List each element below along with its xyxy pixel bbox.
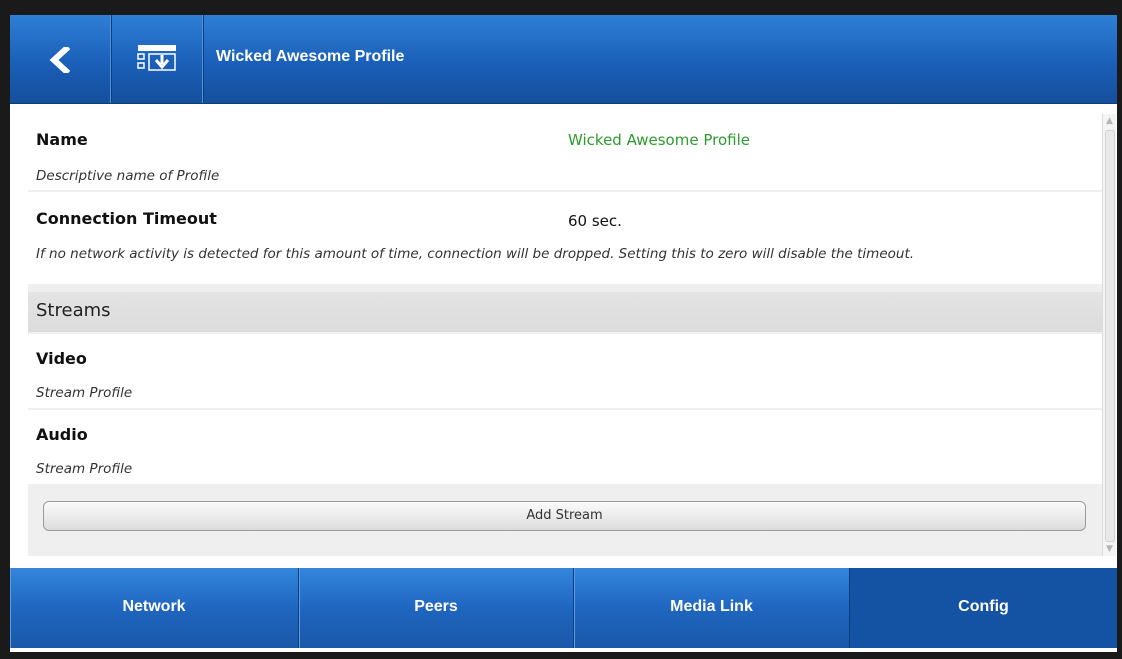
stream-row-video[interactable]: Video Stream Profile <box>28 334 1102 408</box>
tab-peers[interactable]: Peers <box>299 568 574 648</box>
back-button[interactable] <box>10 15 112 103</box>
stream-label: Video <box>36 349 87 368</box>
tab-config[interactable]: Config <box>850 568 1117 648</box>
tab-network[interactable]: Network <box>10 568 299 648</box>
stream-label: Audio <box>36 425 88 444</box>
name-description: Descriptive name of Profile <box>36 168 220 184</box>
timeout-description: If no network activity is detected for t… <box>36 246 915 262</box>
page-title: Wicked Awesome Profile <box>216 48 405 65</box>
name-label: Name <box>36 130 88 149</box>
stream-description: Stream Profile <box>36 385 133 401</box>
vertical-scrollbar[interactable]: ▲ ▼ <box>1102 114 1116 556</box>
streams-heading: Streams <box>36 300 111 321</box>
timeout-setting-row[interactable]: Connection Timeout 60 sec. If no network… <box>28 192 1102 284</box>
add-stream-button[interactable]: Add Stream <box>43 501 1086 531</box>
scroll-up-arrow-icon[interactable]: ▲ <box>1103 114 1116 128</box>
scrollbar-thumb[interactable] <box>1105 130 1115 542</box>
window-frame: Wicked Awesome Profile Name Wicked Aweso… <box>0 0 1122 659</box>
timeout-value[interactable]: 60 sec. <box>568 212 622 230</box>
header-bar: Wicked Awesome Profile <box>10 15 1117 104</box>
tab-media-link[interactable]: Media Link <box>574 568 850 648</box>
streams-section-header: Streams <box>28 292 1102 332</box>
content-area: Name Wicked Awesome Profile Descriptive … <box>10 104 1117 567</box>
timeout-label: Connection Timeout <box>36 209 217 228</box>
name-value[interactable]: Wicked Awesome Profile <box>568 131 750 149</box>
download-list-icon <box>137 45 176 71</box>
app-window: Wicked Awesome Profile Name Wicked Aweso… <box>10 15 1117 652</box>
scroll-down-arrow-icon[interactable]: ▼ <box>1103 542 1116 556</box>
name-setting-row[interactable]: Name Wicked Awesome Profile Descriptive … <box>28 114 1102 190</box>
save-profile-button[interactable] <box>112 15 204 103</box>
chevron-left-icon <box>49 47 71 73</box>
settings-list: Name Wicked Awesome Profile Descriptive … <box>28 114 1102 556</box>
stream-description: Stream Profile <box>36 461 133 477</box>
stream-row-audio[interactable]: Audio Stream Profile <box>28 410 1102 484</box>
bottom-tab-bar: Network Peers Media Link Config <box>10 568 1117 648</box>
